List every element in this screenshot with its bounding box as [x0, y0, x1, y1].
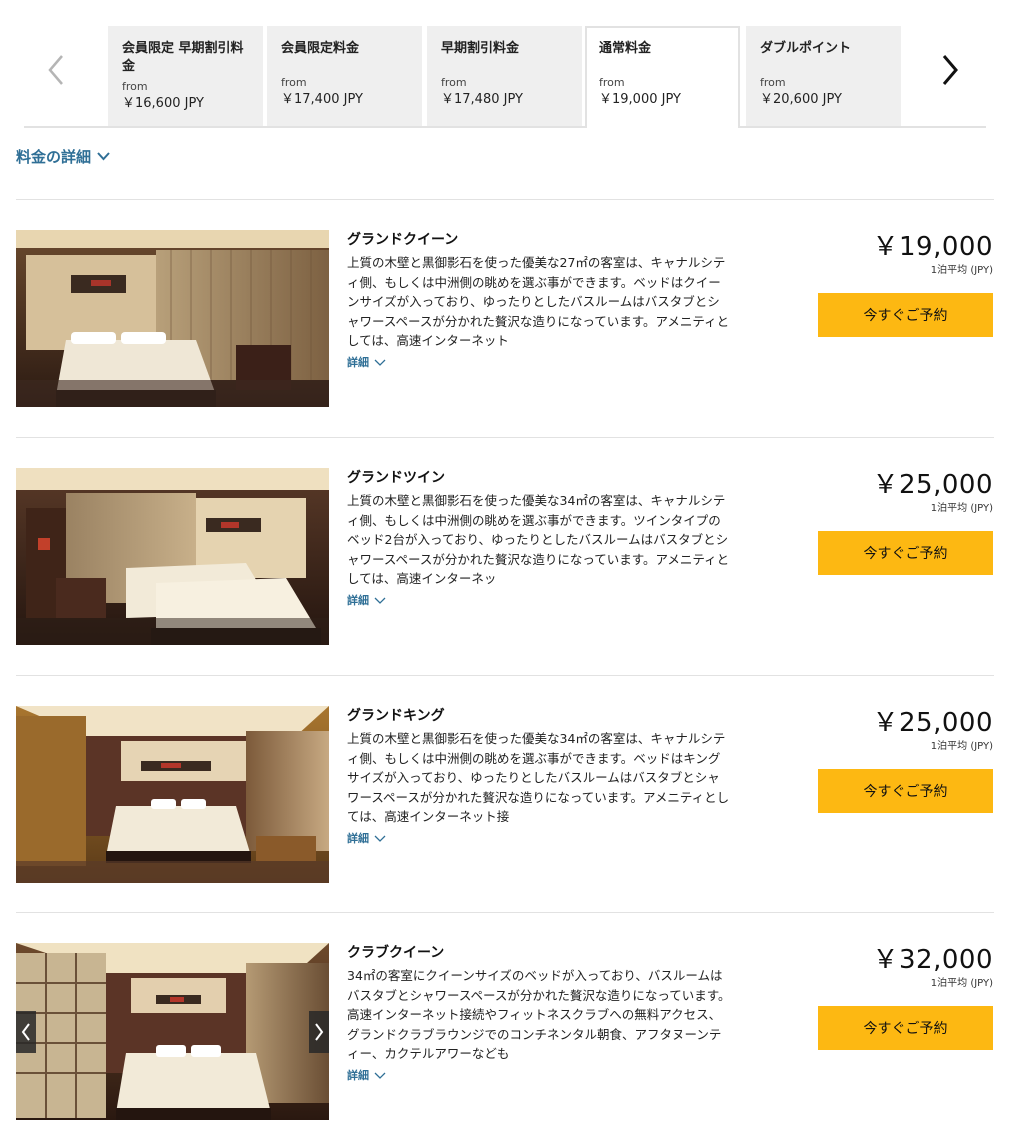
- room-details-link[interactable]: 詳細: [347, 1067, 386, 1083]
- rate-tabs-next-button[interactable]: [936, 50, 964, 90]
- room-card: グランドツイン 上質の木壁と黒御影石を使った優美な34㎡の客室は、キャナルシティ…: [16, 468, 994, 646]
- room-photo-image: [16, 943, 329, 1120]
- rate-details-label: 料金の詳細: [16, 148, 92, 166]
- rate-tab-from: from: [760, 76, 786, 89]
- chevron-right-icon: [942, 55, 958, 85]
- rate-tab-price: ￥20,600 JPY: [760, 92, 842, 107]
- rate-tab-standard[interactable]: 通常料金 from ￥19,000 JPY: [585, 26, 740, 128]
- price-note: 1泊平均 (JPY): [930, 741, 993, 752]
- price-note: 1泊平均 (JPY): [930, 503, 993, 514]
- photo-prev-button[interactable]: [16, 1011, 36, 1053]
- room-description: 上質の木壁と黒御影石を使った優美な34㎡の客室は、キャナルシティ側、もしくは中洲…: [347, 493, 730, 586]
- price-amount: ￥25,000: [872, 470, 993, 500]
- room-photo-image: [16, 468, 329, 645]
- rate-tab-double-points[interactable]: ダブルポイント from ￥20,600 JPY: [746, 26, 901, 126]
- rate-tab-title: ダブルポイント: [760, 41, 852, 56]
- price-amount: ￥32,000: [872, 945, 993, 975]
- room-name: グランドツイン: [347, 470, 445, 486]
- room-info: グランドツイン 上質の木壁と黒御影石を使った優美な34㎡の客室は、キャナルシティ…: [347, 468, 732, 608]
- room-description: 上質の木壁と黒御影石を使った優美な27㎡の客室は、キャナルシティ側、もしくは中洲…: [347, 255, 730, 348]
- room-details-label: 詳細: [347, 832, 369, 845]
- rate-tab-title: 通常料金: [599, 41, 652, 56]
- room-info: グランドクイーン 上質の木壁と黒御影石を使った優美な27㎡の客室は、キャナルシテ…: [347, 230, 732, 370]
- chevron-down-icon: [374, 359, 386, 366]
- chevron-left-icon: [21, 1023, 30, 1041]
- rate-tabs: 会員限定 早期割引料金 from ￥16,600 JPY 会員限定料金 from…: [24, 26, 986, 128]
- book-now-button[interactable]: 今すぐご予約: [818, 293, 993, 337]
- rate-tab-member[interactable]: 会員限定料金 from ￥17,400 JPY: [267, 26, 422, 126]
- room-photo[interactable]: [16, 468, 329, 645]
- chevron-down-icon: [97, 152, 110, 161]
- room-description: 34㎡の客室にクイーンサイズのベッドが入っており、バスルームはバスタブとシャワー…: [347, 968, 731, 1061]
- room-photo[interactable]: [16, 706, 329, 883]
- rate-tab-price: ￥17,400 JPY: [281, 92, 363, 107]
- room-card: グランドクイーン 上質の木壁と黒御影石を使った優美な27㎡の客室は、キャナルシテ…: [16, 230, 994, 408]
- divider: [16, 437, 994, 438]
- price-note: 1泊平均 (JPY): [930, 978, 993, 989]
- room-details-label: 詳細: [347, 594, 369, 607]
- room-photo[interactable]: [16, 943, 329, 1120]
- rate-tabs-prev-button[interactable]: [42, 50, 70, 90]
- rate-details-toggle[interactable]: 料金の詳細: [16, 146, 110, 167]
- rate-tab-price: ￥19,000 JPY: [599, 92, 681, 107]
- room-details-link[interactable]: 詳細: [347, 592, 386, 608]
- rate-tab-price: ￥17,480 JPY: [441, 92, 523, 107]
- chevron-down-icon: [374, 597, 386, 604]
- rate-tab-member-early[interactable]: 会員限定 早期割引料金 from ￥16,600 JPY: [108, 26, 263, 126]
- room-photo-image: [16, 230, 329, 407]
- room-card: クラブクイーン 34㎡の客室にクイーンサイズのベッドが入っており、バスルームはバ…: [16, 943, 994, 1121]
- chevron-right-icon: [315, 1023, 324, 1041]
- chevron-down-icon: [374, 835, 386, 842]
- rate-tab-title: 会員限定 早期割引料金: [122, 41, 244, 74]
- room-info: クラブクイーン 34㎡の客室にクイーンサイズのベッドが入っており、バスルームはバ…: [347, 943, 732, 1083]
- room-photo-image: [16, 706, 329, 883]
- room-price: ￥19,000 1泊平均 (JPY): [873, 230, 993, 278]
- rate-tab-from: from: [599, 76, 625, 89]
- rate-tab-from: from: [441, 76, 467, 89]
- price-amount: ￥25,000: [872, 708, 993, 738]
- price-amount: ￥19,000: [872, 232, 993, 262]
- room-price: ￥25,000 1泊平均 (JPY): [873, 706, 993, 754]
- room-info: グランドキング 上質の木壁と黒御影石を使った優美な34㎡の客室は、キャナルシティ…: [347, 706, 732, 846]
- room-card: グランドキング 上質の木壁と黒御影石を使った優美な34㎡の客室は、キャナルシティ…: [16, 706, 994, 884]
- rate-tab-early[interactable]: 早期割引料金 from ￥17,480 JPY: [427, 26, 582, 126]
- divider: [16, 912, 994, 913]
- room-description: 上質の木壁と黒御影石を使った優美な34㎡の客室は、キャナルシティ側、もしくは中洲…: [347, 731, 730, 824]
- chevron-down-icon: [374, 1072, 386, 1079]
- rate-tab-from: from: [281, 76, 307, 89]
- room-price: ￥32,000 1泊平均 (JPY): [873, 943, 993, 991]
- room-details-link[interactable]: 詳細: [347, 354, 386, 370]
- rate-tab-title: 早期割引料金: [441, 41, 520, 56]
- room-price: ￥25,000 1泊平均 (JPY): [873, 468, 993, 516]
- rate-tab-title: 会員限定料金: [281, 41, 360, 56]
- divider: [16, 199, 994, 200]
- room-name: グランドクイーン: [347, 232, 459, 248]
- book-now-button[interactable]: 今すぐご予約: [818, 769, 993, 813]
- photo-next-button[interactable]: [309, 1011, 329, 1053]
- chevron-left-icon: [48, 55, 63, 85]
- room-name: グランドキング: [347, 708, 445, 724]
- rate-tab-price: ￥16,600 JPY: [122, 96, 204, 111]
- divider: [16, 675, 994, 676]
- price-note: 1泊平均 (JPY): [930, 265, 993, 276]
- rate-tab-from: from: [122, 80, 148, 93]
- room-details-label: 詳細: [347, 1069, 369, 1082]
- book-now-button[interactable]: 今すぐご予約: [818, 1006, 993, 1050]
- room-name: クラブクイーン: [347, 945, 445, 961]
- room-details-link[interactable]: 詳細: [347, 830, 386, 846]
- room-photo[interactable]: [16, 230, 329, 407]
- book-now-button[interactable]: 今すぐご予約: [818, 531, 993, 575]
- room-details-label: 詳細: [347, 356, 369, 369]
